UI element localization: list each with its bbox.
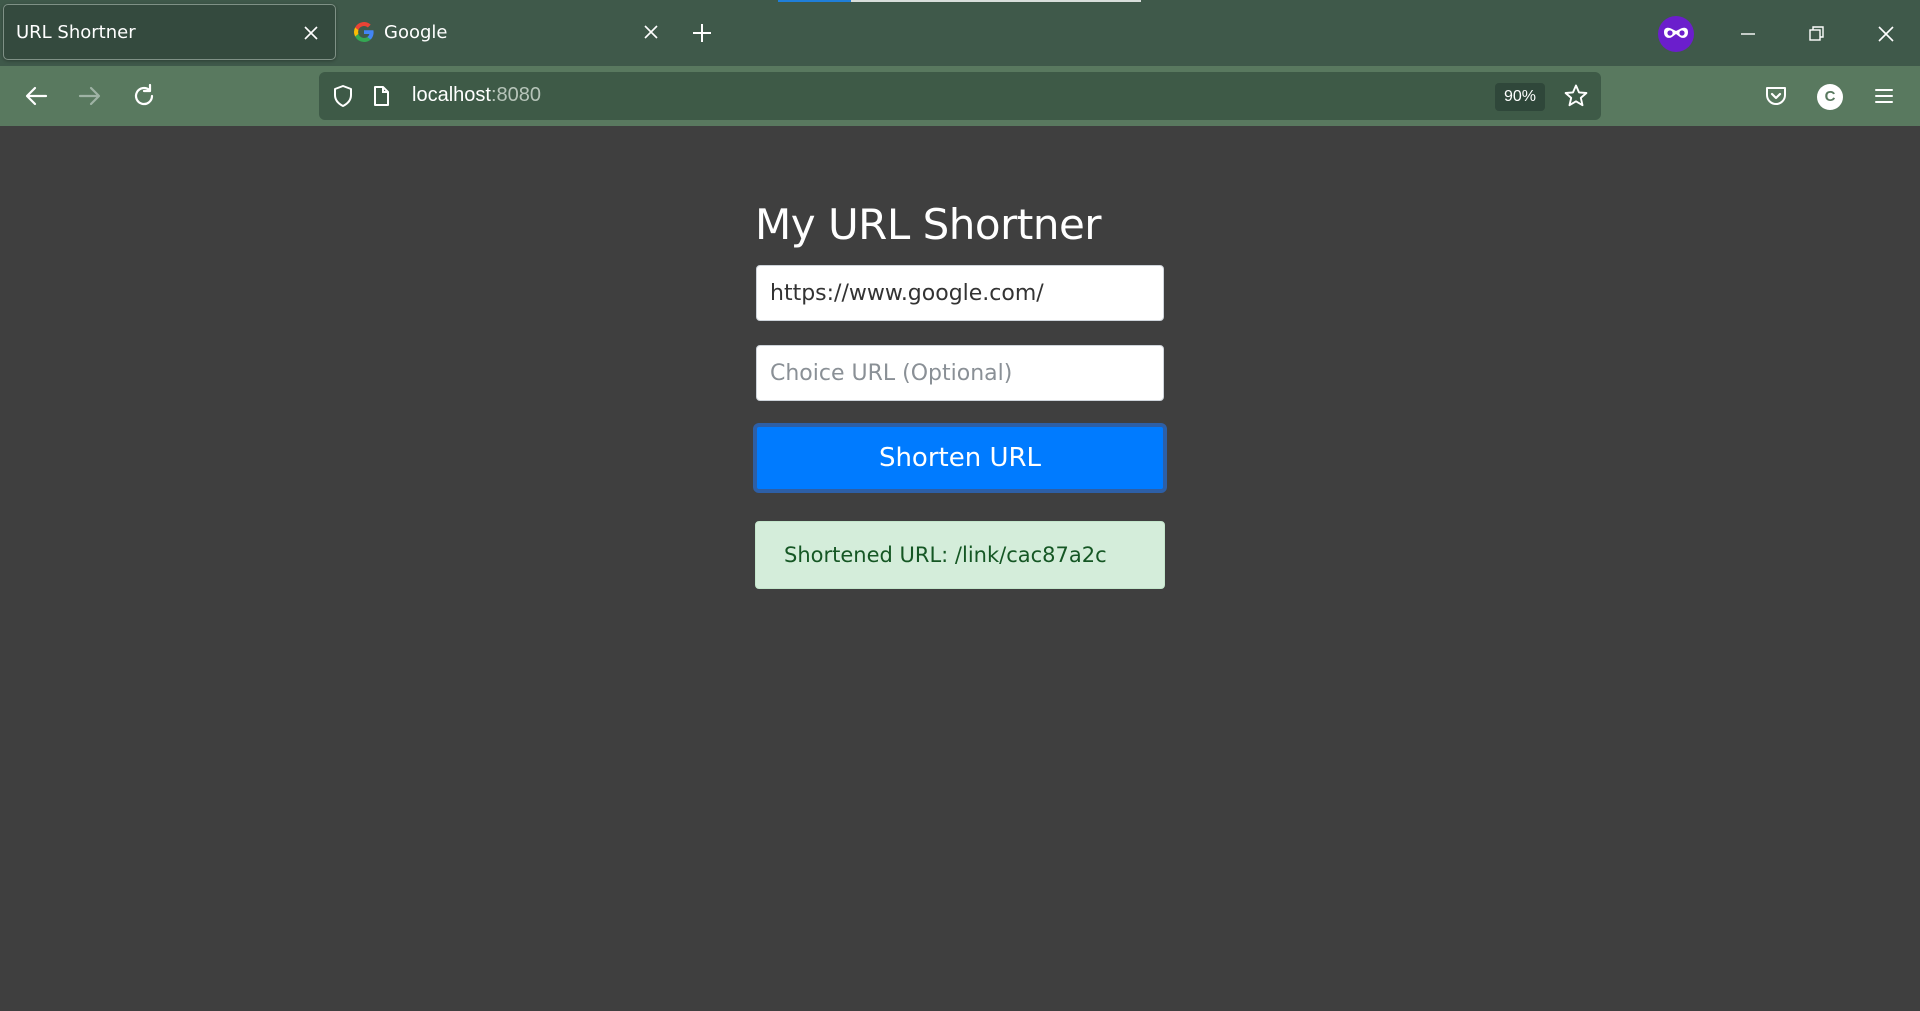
shortened-url-result: Shortened URL: /link/cac87a2c	[755, 521, 1165, 589]
back-icon[interactable]	[22, 82, 50, 110]
tab-title: Google	[384, 21, 448, 43]
navigation-toolbar: localhost:8080 90% C	[0, 66, 1920, 126]
pocket-icon[interactable]	[1762, 82, 1790, 110]
tab-title: URL Shortner	[16, 21, 136, 43]
close-window-icon[interactable]	[1870, 18, 1902, 50]
page-icon[interactable]	[367, 82, 395, 110]
minimize-icon[interactable]	[1732, 18, 1764, 50]
star-icon[interactable]	[1562, 82, 1590, 110]
close-icon[interactable]	[301, 23, 321, 43]
tab-loading-track	[851, 0, 1141, 2]
shield-icon[interactable]	[329, 82, 357, 110]
page-title: My URL Shortner	[755, 200, 1102, 249]
forward-icon[interactable]	[76, 82, 104, 110]
restore-icon[interactable]	[1800, 18, 1832, 50]
zoom-indicator[interactable]: 90%	[1495, 83, 1545, 111]
reload-icon[interactable]	[130, 82, 158, 110]
tab-loading-indicator	[778, 0, 851, 2]
page-content: My URL Shortner Shorten URL Shortened UR…	[0, 126, 1920, 1011]
plus-icon[interactable]	[690, 21, 714, 45]
url-input[interactable]	[756, 265, 1164, 321]
url-text[interactable]: localhost:8080	[412, 84, 541, 107]
google-icon	[354, 22, 374, 42]
menu-icon[interactable]	[1870, 82, 1898, 110]
address-bar[interactable]: localhost:8080 90%	[319, 72, 1601, 120]
close-icon[interactable]	[641, 22, 661, 42]
account-avatar[interactable]: C	[1817, 84, 1843, 110]
tab-url-shortner[interactable]: URL Shortner	[3, 4, 336, 60]
choice-url-input[interactable]	[756, 345, 1164, 401]
url-host: localhost	[412, 84, 491, 106]
url-port: :8080	[490, 84, 541, 106]
private-browsing-icon	[1658, 16, 1694, 52]
tab-strip: URL Shortner Google	[0, 0, 1920, 66]
shorten-url-button[interactable]: Shorten URL	[753, 423, 1167, 493]
tab-google[interactable]: Google	[342, 4, 675, 60]
